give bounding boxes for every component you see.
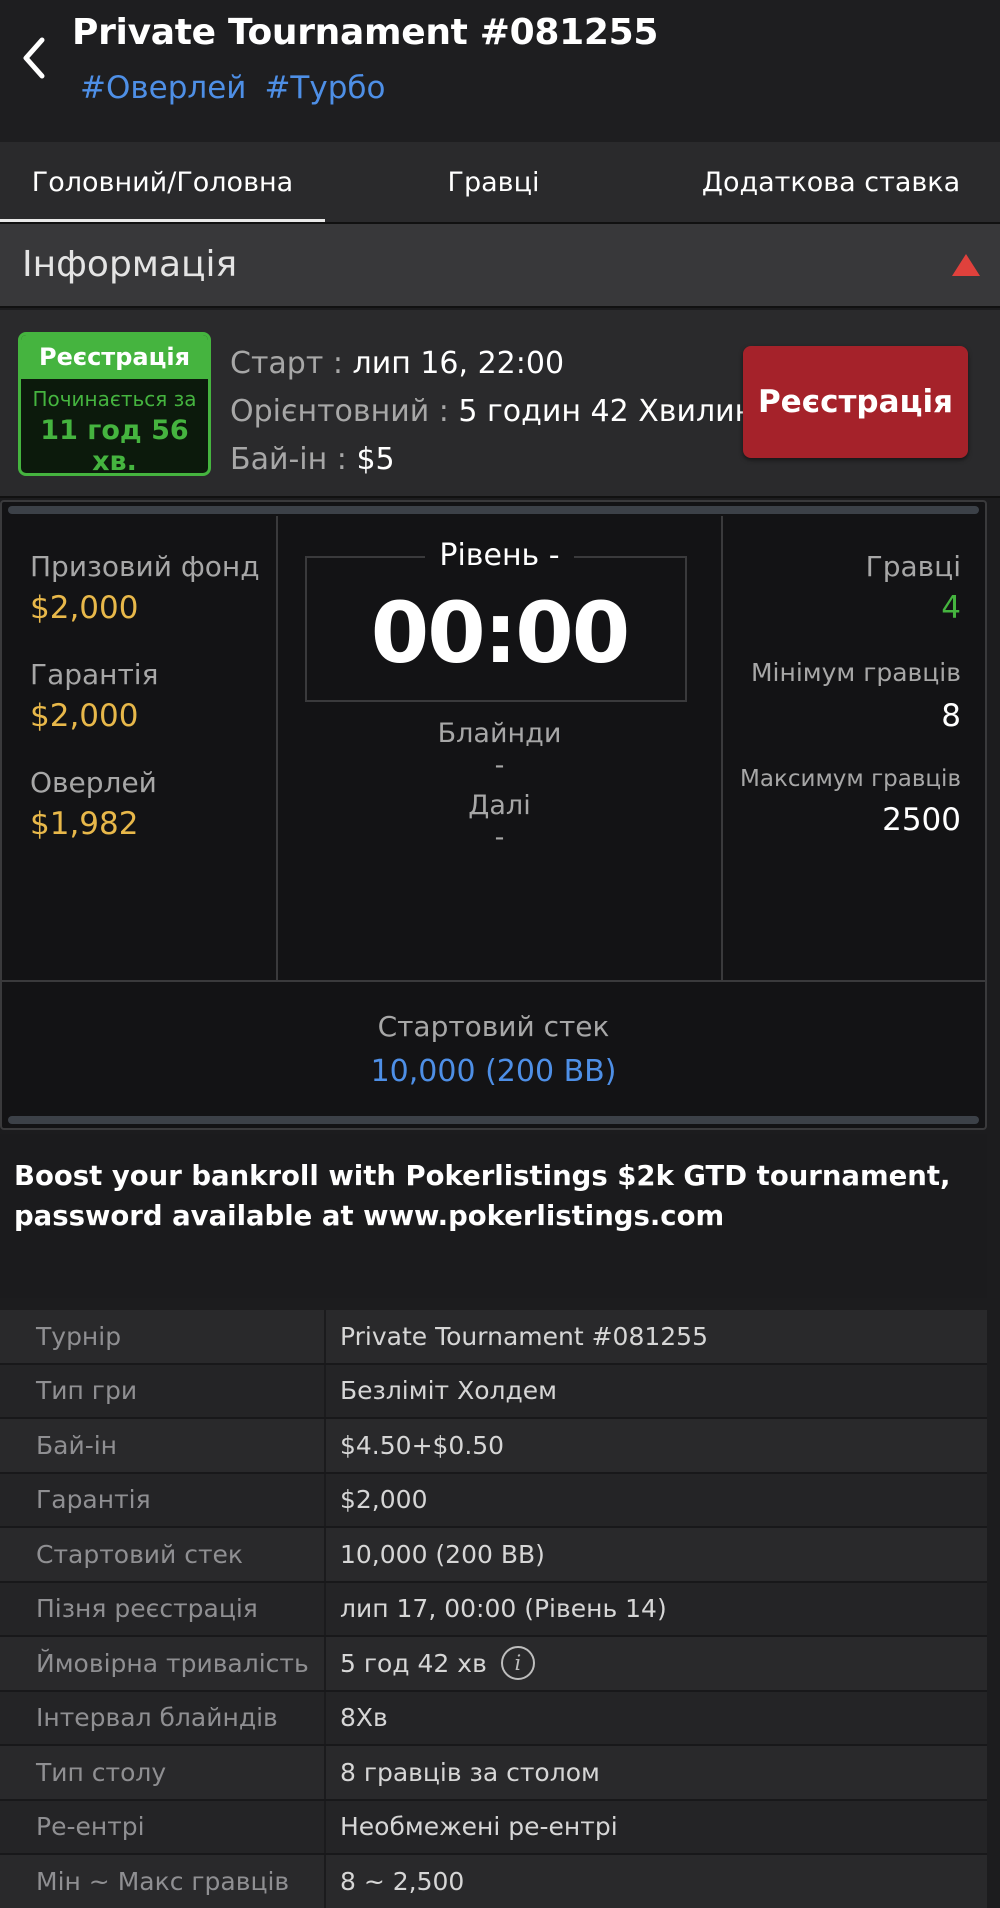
players-label: Гравці (865, 550, 961, 583)
row-label: Гарантія (0, 1473, 326, 1526)
back-button[interactable] (14, 30, 54, 86)
details-table: Турнір Private Tournament #081255 Тип гри… (0, 1310, 987, 1908)
badge-countdown: 11 год 56 хв. (40, 415, 189, 476)
level-column: Рівень - 00:00 Блайнди - Далі - (278, 516, 721, 980)
registration-info: Старт : лип 16, 22:00 Орієнтовний : 5 го… (230, 340, 754, 484)
players-column: Гравці 4 Мінімум гравців 8 Максимум грав… (721, 516, 985, 980)
row-value: Безліміт Холдем (340, 1376, 557, 1406)
info-icon[interactable]: i (500, 1646, 535, 1681)
prize-pool-label: Призовий фонд (30, 550, 260, 583)
table-row: Пізня реєстрація лип 17, 00:00 (Рівень 14… (0, 1582, 987, 1637)
registration-row: Реєстрація Починається за 11 год 56 хв. … (0, 310, 1000, 498)
starting-stack-value: 10,000 (200 BB) (370, 1054, 617, 1089)
row-value: лип 17, 00:00 (Рівень 14) (340, 1594, 667, 1624)
guarantee-label: Гарантія (30, 658, 159, 691)
players-value: 4 (941, 590, 961, 626)
buyin-line: Бай-ін : $5 (230, 436, 754, 484)
row-value: $2,000 (340, 1485, 428, 1515)
row-value: 5 год 42 хв (340, 1648, 487, 1678)
row-label: Ймовірна тривалість (0, 1637, 326, 1690)
row-label: Тип гри (0, 1364, 326, 1417)
blinds-value: - (494, 750, 505, 781)
max-players-value: 2500 (882, 802, 961, 838)
register-button[interactable]: Реєстрація (743, 346, 968, 458)
table-row: Стартовий стек 10,000 (200 BB) (0, 1528, 987, 1583)
start-value: лип 16, 22:00 (352, 346, 565, 381)
table-row: Бай-ін $4.50+$0.50 (0, 1419, 987, 1474)
max-players-label: Максимум гравців (740, 766, 961, 792)
buyin-value: $5 (356, 442, 395, 477)
app-header: Private Tournament #081255 #Оверлей #Тур… (0, 0, 1000, 142)
tournament-stats-panel: Призовий фонд $2,000 Гарантія $2,000 Ове… (0, 500, 987, 1130)
tab-players[interactable]: Гравці (325, 142, 662, 222)
row-value: 8 гравців за столом (340, 1757, 600, 1787)
row-value: Необмежені ре-ентрі (340, 1812, 618, 1842)
table-row: Тип столу 8 гравців за столом (0, 1746, 987, 1801)
blinds-label: Блайнди (437, 718, 562, 749)
row-value: 8Хв (340, 1703, 388, 1733)
tab-main[interactable]: Головний/Головна (0, 142, 325, 222)
row-label: Тип столу (0, 1746, 326, 1799)
start-line: Старт : лип 16, 22:00 (230, 340, 754, 388)
row-label: Пізня реєстрація (0, 1582, 326, 1635)
table-row: Мін ~ Макс гравців 8 ~ 2,500 (0, 1855, 987, 1908)
panel-top-rail (8, 506, 979, 514)
row-value: Private Tournament #081255 (340, 1321, 708, 1351)
tab-bar: Головний/Головна Гравці Додаткова ставка (0, 142, 1000, 222)
estimate-value: 5 годин 42 Хвилин (458, 394, 755, 429)
estimate-label: Орієнтовний : (230, 394, 449, 429)
page-title: Private Tournament #081255 (72, 12, 659, 53)
starting-stack-label: Стартовий стек (377, 1010, 610, 1043)
table-row: Ре-ентрі Необмежені ре-ентрі (0, 1800, 987, 1855)
row-value: $4.50+$0.50 (340, 1430, 505, 1460)
row-value: 8 ~ 2,500 (340, 1866, 465, 1896)
starting-stack-row: Стартовий стек 10,000 (200 BB) (2, 980, 985, 1114)
overlay-label: Оверлей (30, 766, 157, 799)
level-label: Рівень - (278, 538, 721, 573)
back-chevron-icon (23, 37, 45, 79)
level-text: Рівень - (425, 538, 574, 573)
row-label: Мін ~ Макс гравців (0, 1855, 326, 1908)
level-clock: 00:00 (370, 584, 630, 682)
badge-title: Реєстрація (21, 335, 208, 379)
next-label: Далі (468, 790, 531, 821)
next-value: - (494, 822, 505, 853)
prize-column: Призовий фонд $2,000 Гарантія $2,000 Ове… (2, 516, 278, 980)
row-label: Бай-ін (0, 1419, 326, 1472)
tag-turbo[interactable]: #Турбо (264, 70, 385, 106)
row-label: Турнір (0, 1310, 326, 1363)
promo-banner: Boost your bankroll with Pokerlistings $… (0, 1134, 987, 1298)
guarantee-value: $2,000 (30, 698, 139, 734)
row-label: Стартовий стек (0, 1528, 326, 1581)
tag-overlay[interactable]: #Оверлей (80, 70, 246, 106)
table-row: Ймовірна тривалість 5 год 42 хв i (0, 1637, 987, 1692)
info-section-title: Інформація (22, 244, 238, 285)
tab-addon[interactable]: Додаткова ставка (662, 142, 1000, 222)
row-label: Інтервал блайндів (0, 1691, 326, 1744)
min-players-label: Мінімум гравців (750, 658, 961, 687)
table-row: Турнір Private Tournament #081255 (0, 1310, 987, 1365)
start-label: Старт : (230, 346, 343, 381)
row-value: 10,000 (200 BB) (340, 1539, 545, 1569)
overlay-value: $1,982 (30, 806, 139, 842)
row-value-with-info: 5 год 42 хв i (326, 1646, 535, 1681)
prize-pool-value: $2,000 (30, 590, 139, 626)
row-label: Ре-ентрі (0, 1800, 326, 1853)
info-section-header[interactable]: Інформація (0, 222, 1000, 308)
promo-text: Boost your bankroll with Pokerlistings $… (14, 1160, 951, 1232)
badge-subtitle: Починається за (32, 387, 197, 411)
collapse-triangle-icon[interactable] (952, 254, 980, 276)
min-players-value: 8 (941, 698, 961, 734)
registration-status-badge: Реєстрація Починається за 11 год 56 хв. (18, 332, 211, 476)
table-row: Інтервал блайндів 8Хв (0, 1691, 987, 1746)
tag-list: #Оверлей #Турбо (80, 70, 385, 106)
buyin-label: Бай-ін : (230, 442, 347, 477)
table-row: Гарантія $2,000 (0, 1473, 987, 1528)
panel-bottom-rail (8, 1116, 979, 1124)
table-row: Тип гри Безліміт Холдем (0, 1364, 987, 1419)
estimate-line: Орієнтовний : 5 годин 42 Хвилин (230, 388, 754, 436)
